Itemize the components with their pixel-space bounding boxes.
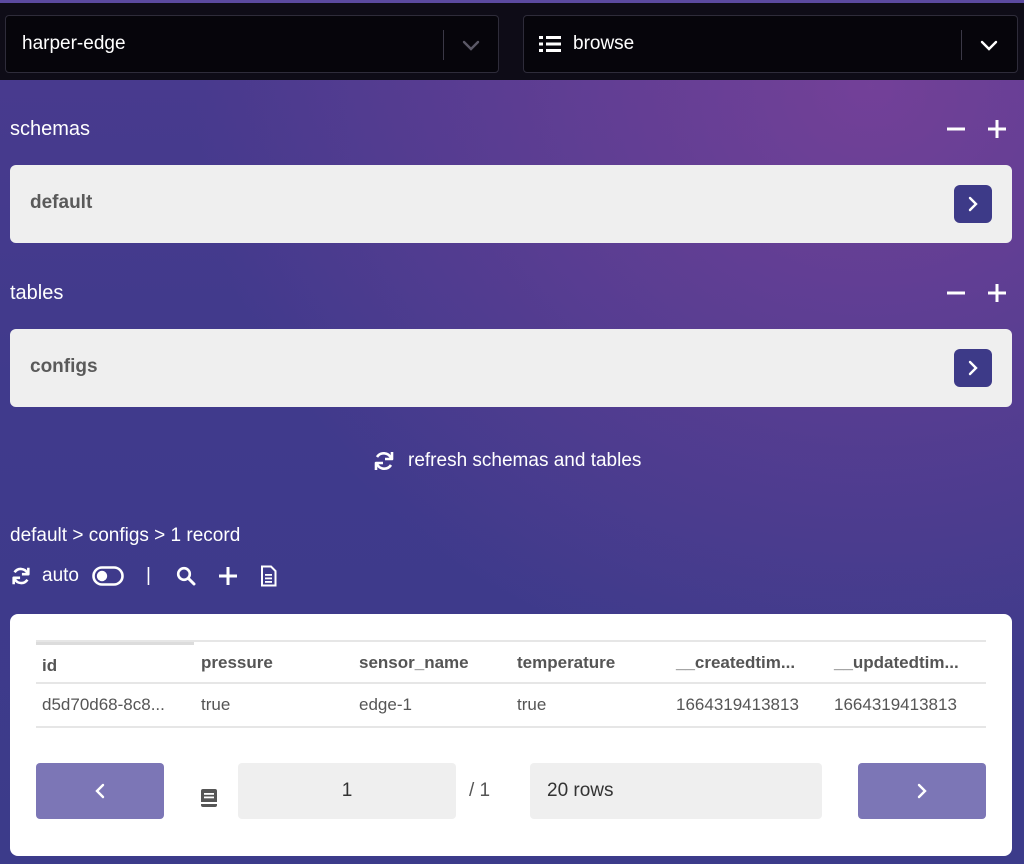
previous-page-button[interactable]	[36, 763, 164, 819]
minus-icon[interactable]	[945, 118, 967, 140]
breadcrumb: default > configs > 1 record	[10, 525, 241, 546]
table-item-configs[interactable]: configs	[10, 329, 1012, 407]
plus-icon[interactable]	[986, 282, 1008, 304]
auto-refresh-label: auto	[42, 565, 79, 586]
column-header[interactable]: id	[36, 642, 194, 686]
chevron-left-icon	[95, 783, 105, 799]
search-icon[interactable]	[176, 566, 196, 586]
auto-refresh-toggle[interactable]	[92, 566, 124, 586]
chevron-down-icon[interactable]	[978, 34, 1000, 56]
column-header[interactable]: pressure	[195, 642, 353, 686]
csv-file-icon[interactable]	[260, 565, 277, 587]
open-table-button[interactable]	[954, 349, 992, 387]
toolbar-separator: |	[146, 565, 151, 586]
column-header[interactable]: __updatedtim...	[828, 642, 986, 686]
chevron-right-icon	[968, 360, 978, 376]
schema-item-label: default	[30, 192, 93, 213]
book-icon	[201, 789, 217, 807]
table-item-label: configs	[30, 356, 98, 377]
plus-icon[interactable]	[218, 566, 238, 586]
refresh-label: refresh schemas and tables	[408, 450, 642, 471]
list-icon	[539, 36, 561, 52]
table-cell: 1664319413813	[676, 695, 799, 714]
minus-icon[interactable]	[945, 282, 967, 304]
instance-select-value: harper-edge	[22, 33, 126, 54]
table-cell: true	[201, 695, 231, 714]
tables-heading: tables	[10, 282, 64, 304]
select-separator	[443, 30, 444, 60]
chevron-down-icon[interactable]	[460, 34, 482, 56]
open-schema-button[interactable]	[954, 185, 992, 223]
instance-select[interactable]: harper-edge	[5, 15, 499, 73]
table-row[interactable]: d5d70d68-8c8... true edge-1 true 1664319…	[36, 684, 986, 728]
page-total: / 1	[469, 780, 491, 801]
column-header[interactable]: temperature	[511, 642, 669, 686]
plus-icon[interactable]	[986, 118, 1008, 140]
section-select[interactable]: browse	[523, 15, 1018, 73]
select-separator	[961, 30, 962, 60]
refresh-icon[interactable]	[10, 565, 32, 587]
column-header[interactable]: __createdtim...	[670, 642, 828, 686]
table-header-row: id pressure sensor_name temperature __cr…	[36, 640, 986, 684]
refresh-icon	[374, 452, 394, 470]
top-bar: harper-edge browse	[0, 0, 1024, 80]
column-header[interactable]: sensor_name	[353, 642, 511, 686]
table-cell: true	[517, 695, 547, 714]
schemas-heading: schemas	[10, 118, 91, 140]
table-cell: 1664319413813	[834, 695, 957, 714]
refresh-schemas-button[interactable]: refresh schemas and tables	[372, 448, 641, 474]
records-table: id pressure sensor_name temperature __cr…	[36, 640, 986, 728]
section-select-value: browse	[573, 33, 635, 54]
table-cell: d5d70d68-8c8...	[42, 695, 165, 714]
next-page-button[interactable]	[858, 763, 986, 819]
page-number-input[interactable]: 1	[238, 763, 456, 819]
rows-per-page-select[interactable]: 20 rows	[530, 763, 822, 819]
chevron-right-icon	[968, 196, 978, 212]
records-panel: id pressure sensor_name temperature __cr…	[10, 614, 1012, 856]
schema-item-default[interactable]: default	[10, 165, 1012, 243]
chevron-right-icon	[917, 783, 927, 799]
table-cell: edge-1	[359, 695, 412, 714]
